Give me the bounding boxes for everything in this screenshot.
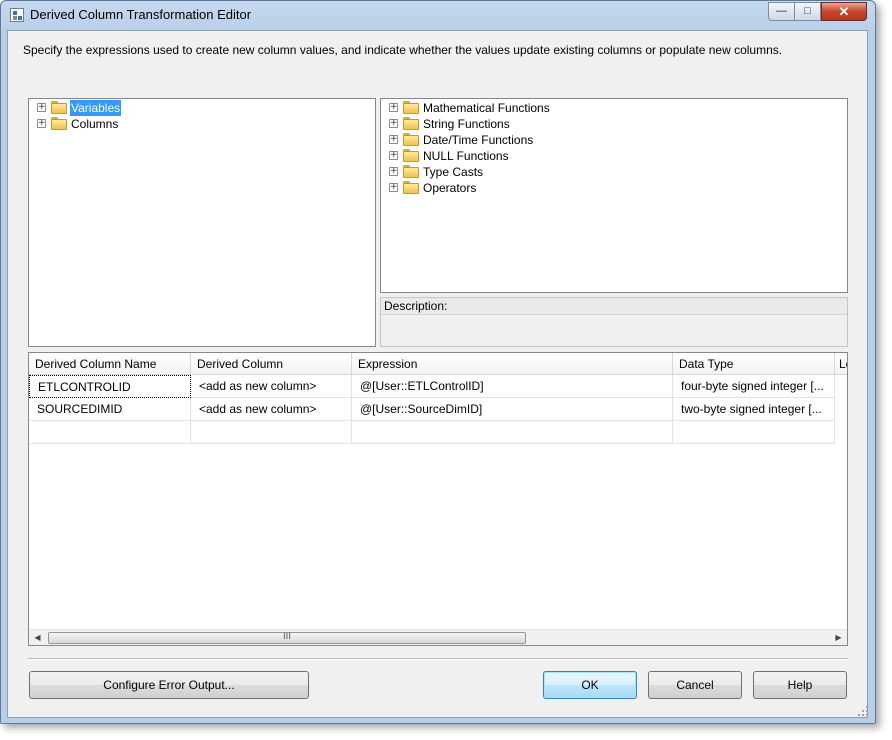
column-header-expression[interactable]: Expression <box>352 353 673 375</box>
instructions-text: Specify the expressions used to create n… <box>23 43 783 57</box>
tree-item-label: Operators <box>423 181 477 195</box>
description-label: Description: <box>381 298 847 315</box>
maximize-button[interactable]: □ <box>794 2 821 21</box>
folder-icon <box>403 133 419 146</box>
folder-icon <box>403 165 419 178</box>
tree-item-label: Date/Time Functions <box>423 133 534 147</box>
column-header-data-type[interactable]: Data Type <box>673 353 835 375</box>
expand-icon[interactable]: + <box>389 167 398 176</box>
table-row[interactable]: SOURCEDIMID <add as new column> @[User::… <box>29 398 835 421</box>
ok-button[interactable]: OK <box>543 671 637 699</box>
column-header-derived-column[interactable]: Derived Column <box>191 353 352 375</box>
expand-icon[interactable]: + <box>389 103 398 112</box>
expand-icon[interactable]: + <box>37 119 46 128</box>
tree-item-label: String Functions <box>423 117 510 131</box>
app-icon <box>10 8 24 22</box>
derived-column-cell[interactable] <box>191 421 352 444</box>
expression-cell[interactable]: @[User::ETLControlID] <box>352 375 673 398</box>
expand-icon[interactable]: + <box>389 151 398 160</box>
help-button[interactable]: Help <box>753 671 847 699</box>
scroll-thumb[interactable]: III <box>48 632 526 644</box>
derived-column-name-cell[interactable]: ETLCONTROLID <box>29 375 191 398</box>
expand-icon[interactable]: + <box>389 119 398 128</box>
folder-icon <box>403 149 419 162</box>
expression-cell[interactable] <box>352 421 673 444</box>
folder-icon <box>403 101 419 114</box>
derived-column-grid[interactable]: Derived Column Name Derived Column Expre… <box>28 352 848 646</box>
variables-columns-tree[interactable]: + Variables + Columns <box>28 98 376 347</box>
column-header-derived-column-name[interactable]: Derived Column Name <box>29 353 191 375</box>
tree-item-label: Variables <box>70 100 122 116</box>
grid-header: Derived Column Name Derived Column Expre… <box>29 353 847 375</box>
tree-item-label: NULL Functions <box>423 149 509 163</box>
column-header-length[interactable]: Le <box>835 353 847 375</box>
tree-item-label: Mathematical Functions <box>423 101 550 115</box>
expression-cell[interactable]: @[User::SourceDimID] <box>352 398 673 421</box>
scroll-left-icon[interactable]: ◀ <box>29 630 46 645</box>
horizontal-scrollbar[interactable]: ◀ III ▶ <box>29 629 847 645</box>
expand-icon[interactable]: + <box>37 103 46 112</box>
desktop-background <box>878 0 892 740</box>
derived-column-cell[interactable]: <add as new column> <box>191 398 352 421</box>
title-bar[interactable]: Derived Column Transformation Editor — □… <box>1 1 875 31</box>
tree-item-label: Columns <box>71 117 119 131</box>
separator <box>28 658 848 660</box>
data-type-cell[interactable]: four-byte signed integer [... <box>673 375 835 398</box>
folder-icon <box>403 181 419 194</box>
folder-icon <box>403 117 419 130</box>
folder-icon <box>51 117 67 130</box>
expand-icon[interactable]: + <box>389 135 398 144</box>
description-pane: Description: <box>380 297 848 347</box>
expand-icon[interactable]: + <box>389 183 398 192</box>
derived-column-name-cell[interactable] <box>29 421 191 444</box>
table-row[interactable]: ETLCONTROLID <add as new column> @[User:… <box>29 375 835 398</box>
minimize-button[interactable]: — <box>768 2 795 21</box>
data-type-cell[interactable]: two-byte signed integer [... <box>673 398 835 421</box>
derived-column-cell[interactable]: <add as new column> <box>191 375 352 398</box>
scroll-right-icon[interactable]: ▶ <box>830 630 847 645</box>
cancel-button[interactable]: Cancel <box>648 671 742 699</box>
table-row-new[interactable] <box>29 421 835 444</box>
folder-icon <box>51 101 67 114</box>
functions-tree[interactable]: + Mathematical Functions + String Functi… <box>380 98 848 293</box>
data-type-cell[interactable] <box>673 421 835 444</box>
configure-error-output-button[interactable]: Configure Error Output... <box>29 671 309 699</box>
resize-grip-icon[interactable] <box>858 706 868 716</box>
derived-column-name-cell[interactable]: SOURCEDIMID <box>29 398 191 421</box>
tree-item-label: Type Casts <box>423 165 484 179</box>
window-title: Derived Column Transformation Editor <box>30 7 252 22</box>
close-button[interactable]: ✕ <box>821 2 867 21</box>
